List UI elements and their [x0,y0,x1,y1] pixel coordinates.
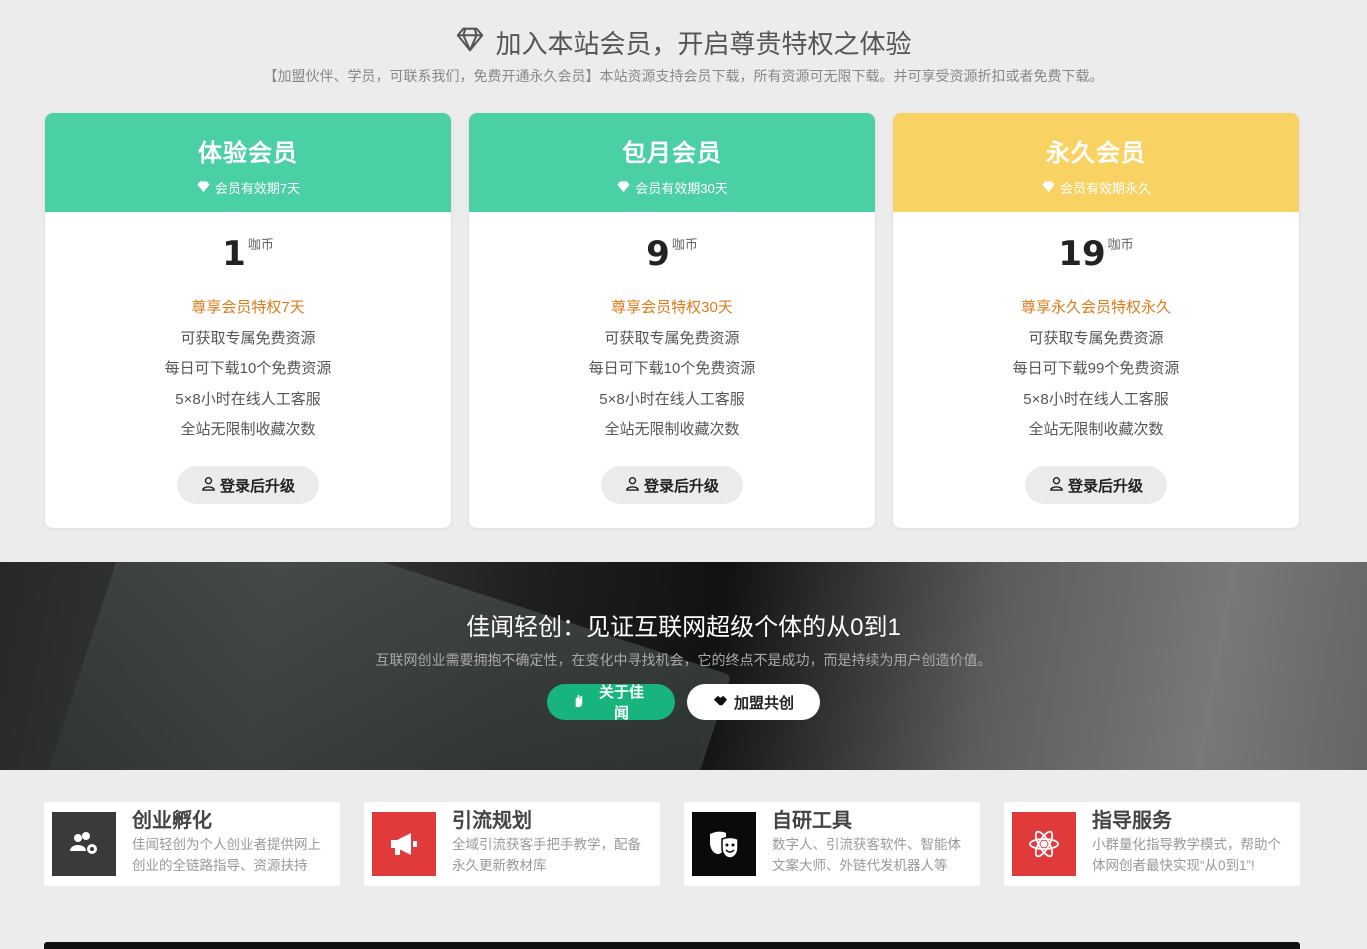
plan-card-permanent: 永久会员 会员有效期永久 19 咖币 尊享永久会员特权永久 可获取专属免费资源 每… [893,113,1299,528]
plan-name: 永久会员 [1046,140,1146,167]
diamond-icon [1041,179,1056,197]
about-button[interactable]: 关于佳闻 [547,684,675,722]
plan-card-trial: 体验会员 会员有效期7天 1 咖币 尊享会员特权7天 可获取专属免费资源 每日可下… [45,113,451,528]
about-button-label: 关于佳闻 [598,684,644,722]
plan-card-header: 永久会员 会员有效期永久 [893,113,1299,212]
diamond-icon [616,179,631,197]
diamond-icon [196,179,211,197]
service-title: 指导服务 [1092,810,1172,832]
plan-name: 体验会员 [198,140,298,167]
plan-cards: 体验会员 会员有效期7天 1 咖币 尊享会员特权7天 可获取专属免费资源 每日可下… [45,113,1299,528]
plan-validity-text: 会员有效期30天 [635,181,728,196]
service-desc: 全域引流获客手把手教学，配备永久更新教材库 [452,837,641,873]
megaphone-icon [372,812,436,876]
plan-name: 包月会员 [622,140,722,167]
plan-feature-highlight: 尊享会员特权7天 [191,299,305,316]
plan-price: 9 咖币 [469,234,875,278]
plan-feature: 5×8小时在线人工客服 [599,390,745,408]
service-card[interactable]: 创业孵化 佳闻轻创为个人创业者提供网上创业的全链路指导、资源扶持 [44,802,340,886]
login-upgrade-button[interactable]: 登录后升级 [177,466,319,504]
user-icon [1049,476,1064,495]
vip-title: 加入本站会员，开启尊贵特权之体验 [455,22,912,62]
next-section-edge [44,942,1300,949]
login-upgrade-label: 登录后升级 [643,477,719,495]
service-desc: 佳闻轻创为个人创业者提供网上创业的全链路指导、资源扶持 [132,837,321,873]
plan-price-unit: 咖币 [247,237,274,252]
service-desc: 数字人、引流获客软件、智能体文案大师、外链代发机器人等 [772,837,961,873]
plan-card-header: 包月会员 会员有效期30天 [469,113,875,212]
users-gear-icon [52,812,116,876]
service-title: 创业孵化 [132,810,212,832]
plan-feature: 每日可下载99个免费资源 [1012,360,1180,377]
login-upgrade-button[interactable]: 登录后升级 [601,466,743,504]
plan-validity: 会员有效期7天 [196,178,300,197]
join-button[interactable]: 加盟共创 [687,684,820,720]
plan-feature: 全站无限制收藏次数 [180,421,316,438]
service-title: 自研工具 [772,810,852,832]
plan-feature: 每日可下载10个免费资源 [588,360,756,377]
banner-subtitle: 互联网创业需要拥抱不确定性，在变化中寻找机会，它的终点不是成功，而是持续为用户创… [375,652,992,668]
service-card[interactable]: 自研工具 数字人、引流获客软件、智能体文案大师、外链代发机器人等 [684,802,980,886]
diamond-icon [455,24,485,61]
plan-price: 1 咖币 [45,234,451,278]
login-upgrade-button[interactable]: 登录后升级 [1025,466,1167,504]
plan-feature: 可获取专属免费资源 [604,329,740,347]
plan-feature: 每日可下载10个免费资源 [164,360,332,377]
plan-validity-text: 会员有效期永久 [1059,181,1151,196]
service-desc: 小群量化指导教学模式，帮助个体网创者最快实现“从0到1”! [1092,837,1281,873]
plan-price: 19 咖币 [893,234,1299,278]
service-title: 引流规划 [452,810,532,832]
plan-card-monthly: 包月会员 会员有效期30天 9 咖币 尊享会员特权30天 可获取专属免费资源 每日… [469,113,875,528]
plan-price-unit: 咖币 [671,237,698,252]
plan-validity-text: 会员有效期7天 [214,181,301,196]
services-row: 创业孵化 佳闻轻创为个人创业者提供网上创业的全链路指导、资源扶持 引流规划 全域… [44,802,1300,886]
plan-price-value: 9 [646,234,670,274]
user-icon [201,476,216,495]
user-icon [625,476,640,495]
handshake-icon [713,693,728,712]
join-button-label: 加盟共创 [733,694,794,712]
plan-validity: 会员有效期永久 [1041,178,1151,197]
vip-subtitle: 【加盟伙伴、学员，可联系我们，免费开通永久会员】本站资源支持会员下载，所有资源可… [263,68,1104,84]
plan-feature: 可获取专属免费资源 [1028,329,1164,347]
vip-header: 加入本站会员，开启尊贵特权之体验 【加盟伙伴、学员，可联系我们，免费开通永久会员… [0,22,1367,86]
atom-icon [1012,812,1076,876]
plan-price-value: 19 [1058,234,1106,274]
service-card[interactable]: 指导服务 小群量化指导教学模式，帮助个体网创者最快实现“从0到1”! [1004,802,1300,886]
promo-banner: 佳闻轻创：见证互联网超级个体的从0到1 互联网创业需要拥抱不确定性，在变化中寻找… [0,562,1367,770]
plan-feature: 5×8小时在线人工客服 [1023,390,1169,408]
service-card[interactable]: 引流规划 全域引流获客手把手教学，配备永久更新教材库 [364,802,660,886]
plan-card-header: 体验会员 会员有效期7天 [45,113,451,212]
plan-feature: 全站无限制收藏次数 [1028,421,1164,438]
masks-icon [692,812,756,876]
login-upgrade-label: 登录后升级 [1067,477,1143,495]
plan-price-unit: 咖币 [1107,237,1134,252]
login-upgrade-label: 登录后升级 [219,477,295,495]
vip-title-text: 加入本站会员，开启尊贵特权之体验 [495,28,912,59]
plan-validity: 会员有效期30天 [616,178,728,197]
banner-title: 佳闻轻创：见证互联网超级个体的从0到1 [466,614,901,641]
plan-feature-highlight: 尊享永久会员特权永久 [1020,299,1171,316]
plan-features: 尊享永久会员特权永久 可获取专属免费资源 每日可下载99个免费资源 5×8小时在… [893,293,1299,446]
plan-features: 尊享会员特权30天 可获取专属免费资源 每日可下载10个免费资源 5×8小时在线… [469,293,875,446]
plan-feature: 5×8小时在线人工客服 [175,390,321,408]
plan-feature: 可获取专属免费资源 [180,329,316,347]
hand-icon [571,693,586,712]
banner-content: 佳闻轻创：见证互联网超级个体的从0到1 互联网创业需要拥抱不确定性，在变化中寻找… [0,607,1367,722]
plan-feature: 全站无限制收藏次数 [604,421,740,438]
banner-buttons: 关于佳闻 加盟共创 [0,684,1367,722]
plan-feature-highlight: 尊享会员特权30天 [611,299,733,316]
plan-price-value: 1 [222,234,246,274]
plan-features: 尊享会员特权7天 可获取专属免费资源 每日可下载10个免费资源 5×8小时在线人… [45,293,451,446]
